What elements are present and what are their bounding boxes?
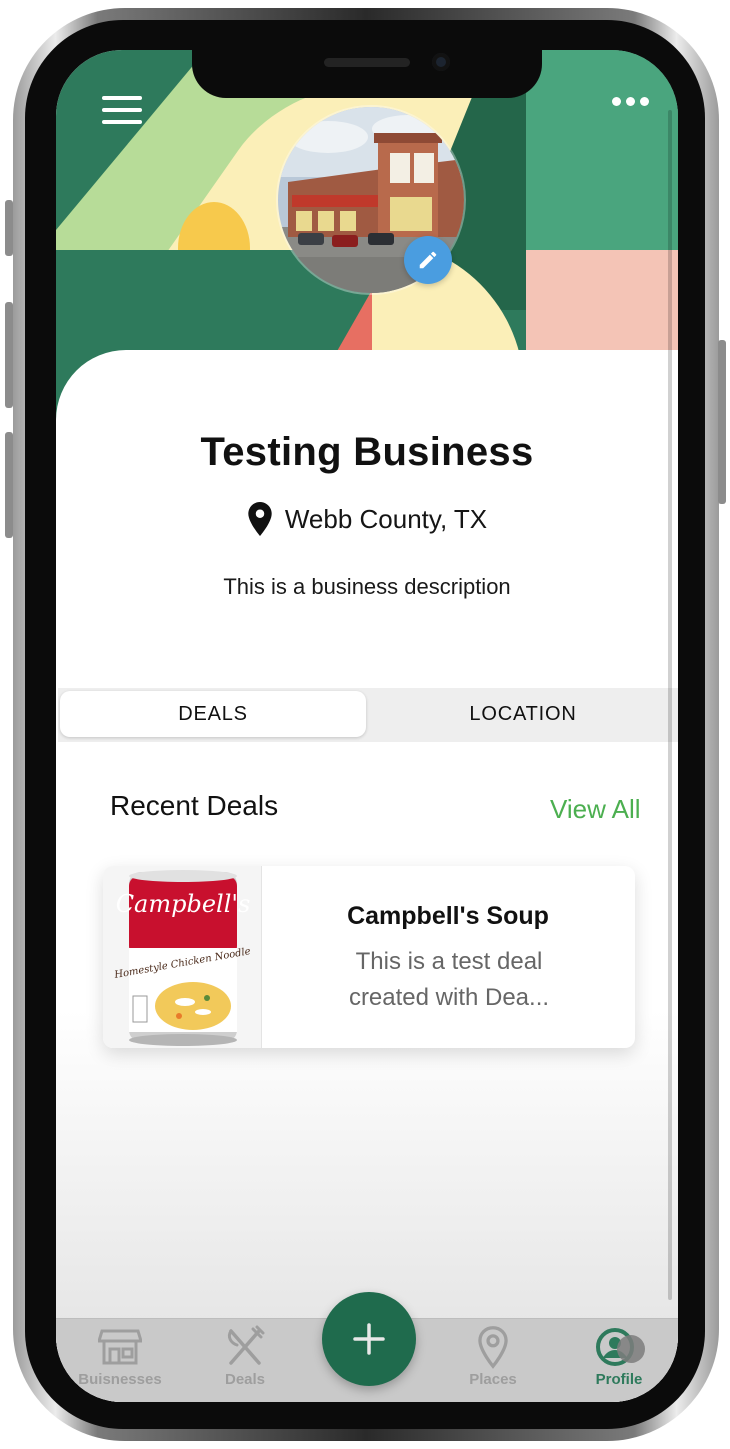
recent-deals-title: Recent Deals bbox=[110, 790, 279, 821]
profile-icon bbox=[596, 1328, 645, 1366]
app-screen: Testing Business Webb County, TX This is… bbox=[56, 50, 678, 1402]
more-dots-icon[interactable] bbox=[612, 97, 649, 107]
nav-label-places: Places bbox=[469, 1371, 517, 1388]
profile-tabs: DEALS LOCATION bbox=[58, 688, 678, 742]
soup-brand-text: Campbell's bbox=[116, 890, 251, 918]
tab-location[interactable]: LOCATION bbox=[370, 691, 676, 737]
deal-thumbnail: Campbell's Homestyle Chicken Noodle bbox=[103, 866, 262, 1048]
deal-card[interactable]: Campbell's Homestyle Chicken Noodle Camp… bbox=[103, 866, 635, 1048]
phone-power-button bbox=[718, 340, 726, 504]
nav-item-businesses[interactable]: Buisnesses bbox=[70, 1319, 170, 1402]
tab-location-label: LOCATION bbox=[469, 702, 577, 725]
scrollbar[interactable] bbox=[668, 110, 672, 1300]
nav-label-deals: Deals bbox=[224, 1371, 266, 1388]
hamburger-menu-icon[interactable] bbox=[102, 96, 142, 124]
nav-item-deals[interactable]: Deals bbox=[200, 1319, 290, 1402]
deal-title: Campbell's Soup bbox=[347, 902, 549, 930]
plus-icon bbox=[353, 1323, 385, 1355]
business-profile-card: Testing Business Webb County, TX This is… bbox=[56, 350, 678, 1402]
deal-description: This is a test deal created with Dea... bbox=[348, 948, 550, 1011]
nav-label-businesses: Buisnesses bbox=[78, 1371, 162, 1388]
front-camera bbox=[432, 53, 450, 71]
phone-volume-down-button bbox=[5, 432, 13, 538]
banner-shape-mint-block bbox=[526, 50, 678, 250]
earpiece-speaker bbox=[324, 58, 410, 67]
phone-notch bbox=[192, 50, 542, 98]
business-location: Webb County, TX bbox=[284, 503, 488, 534]
tab-deals[interactable]: DEALS bbox=[60, 691, 366, 737]
nav-item-profile[interactable]: Profile bbox=[574, 1319, 664, 1402]
map-pin-icon bbox=[478, 1326, 508, 1369]
storefront-icon bbox=[98, 1329, 142, 1365]
business-description: This is a business description bbox=[223, 574, 511, 599]
nav-label-profile: Profile bbox=[595, 1371, 643, 1388]
phone-volume-up-button bbox=[5, 302, 13, 408]
nav-item-places[interactable]: Places bbox=[448, 1319, 538, 1402]
fork-knife-icon bbox=[227, 1325, 265, 1365]
phone-silent-switch bbox=[5, 200, 13, 256]
tab-deals-label: DEALS bbox=[178, 702, 248, 725]
location-pin-icon bbox=[248, 502, 272, 536]
pencil-icon bbox=[419, 251, 437, 269]
add-deal-button[interactable] bbox=[322, 1292, 416, 1386]
view-all-deals-link[interactable]: View All bbox=[550, 794, 641, 825]
edit-avatar-button[interactable] bbox=[404, 236, 452, 284]
business-name: Testing Business bbox=[200, 430, 534, 474]
soup-can-image: Campbell's Homestyle Chicken Noodle bbox=[113, 870, 252, 1046]
business-location-row: Webb County, TX bbox=[56, 502, 678, 536]
